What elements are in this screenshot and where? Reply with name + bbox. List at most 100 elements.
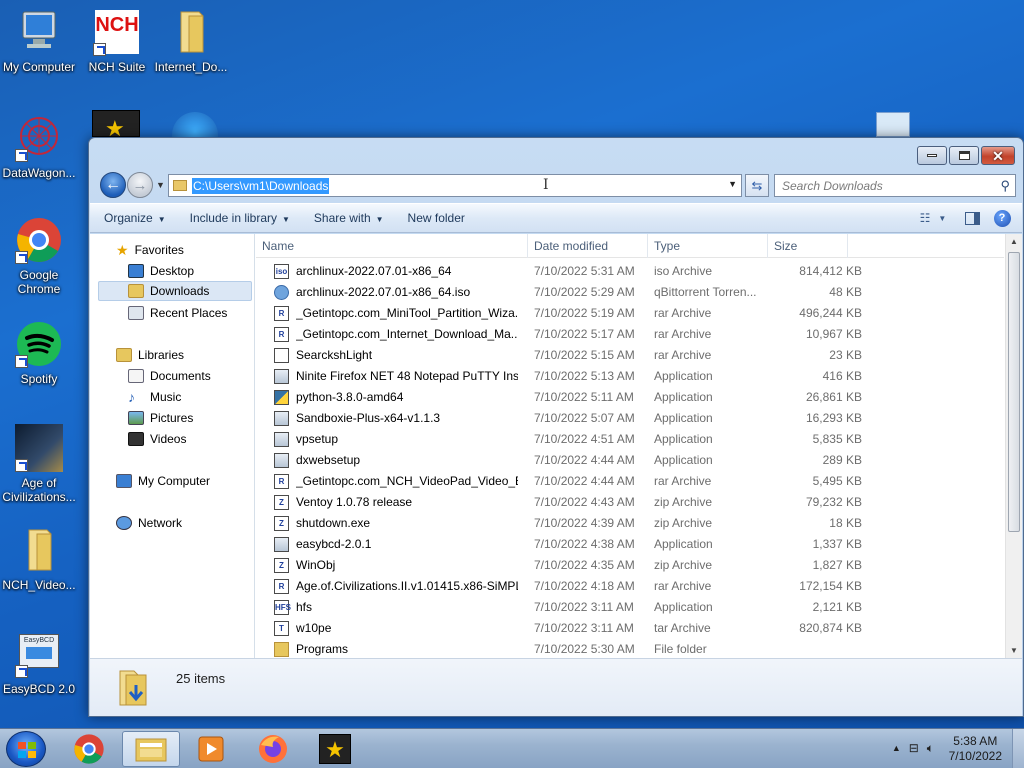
file-size: 1,827 KB <box>812 558 862 572</box>
file-row[interactable]: Ninite Firefox NET 48 Notepad PuTTY Ins.… <box>256 366 1004 387</box>
file-size: 5,835 KB <box>812 432 862 446</box>
file-row[interactable]: Tw10pe 7/10/2022 3:11 AM tar Archive 820,87… <box>256 618 1004 639</box>
file-row[interactable]: archlinux-2022.07.01-x86_64.iso 7/10/2022… <box>256 282 1004 303</box>
organize-button[interactable]: Organize ▼ <box>92 211 178 225</box>
desktop-icon-partial[interactable]: ★ <box>92 110 140 140</box>
column-header-date-modified[interactable]: Date modified <box>528 234 648 258</box>
nav-recent-places[interactable]: Recent Places <box>128 303 227 323</box>
refresh-button[interactable]: ⇆ <box>745 174 769 197</box>
file-size: 496,244 KB <box>799 306 862 320</box>
nav-favorites[interactable]: ★ Favorites <box>116 240 184 260</box>
desktop-icon-partial[interactable] <box>876 112 910 137</box>
file-row[interactable]: python-3.8.0-amd64 7/10/2022 5:11 AM Appli… <box>256 387 1004 408</box>
volume-icon[interactable]: 🔈︎ <box>927 741 934 756</box>
desktop-icon-google-chrome[interactable]: Google Chrome <box>0 216 78 296</box>
nav-documents[interactable]: Documents <box>128 366 211 386</box>
taskbar-explorer[interactable] <box>122 731 180 767</box>
sandboxie-icon <box>274 411 289 426</box>
recent-places-icon <box>128 306 144 320</box>
file-row[interactable]: Programs 7/10/2022 5:30 AM File folder <box>256 639 1004 658</box>
scrollbar-thumb[interactable] <box>1008 252 1020 532</box>
nav-pictures[interactable]: Pictures <box>128 408 193 428</box>
nav-music[interactable]: ♪ Music <box>128 387 181 407</box>
desktop-icon-easybcd[interactable]: EasyBCD EasyBCD 2.0 <box>0 630 78 696</box>
nav-videos[interactable]: Videos <box>128 429 186 449</box>
maximize-button[interactable] <box>949 146 979 165</box>
file-row[interactable]: R _Getintopc.com_NCH_VideoPad_Video_E... 7… <box>256 471 1004 492</box>
arrow-left-icon: ← <box>105 176 121 193</box>
scroll-up-icon[interactable]: ▲ <box>1010 237 1018 246</box>
column-header-type[interactable]: Type <box>648 234 768 258</box>
start-button[interactable] <box>6 731 46 767</box>
file-size: 416 KB <box>822 369 862 383</box>
setup-icon <box>274 432 289 447</box>
desktop-icon-internet-download[interactable]: Internet_Do... <box>152 8 230 74</box>
help-button[interactable]: ? <box>992 208 1012 228</box>
address-bar[interactable]: C:\Users\vm1\Downloads I ▼ <box>168 174 742 197</box>
taskbar-chrome[interactable] <box>60 731 118 767</box>
search-placeholder: Search Downloads <box>782 178 883 193</box>
clock[interactable]: 5:38 AM 7/10/2022 <box>949 734 1002 764</box>
recent-pages-dropdown[interactable]: ▼ <box>156 180 165 190</box>
preview-pane-button[interactable] <box>962 208 982 228</box>
file-row[interactable]: Z Ventoy 1.0.78 release 7/10/2022 4:43 AM z… <box>256 492 1004 513</box>
include-in-library-button[interactable]: Include in library ▼ <box>178 211 302 225</box>
file-type: File folder <box>654 642 707 656</box>
nav-libraries[interactable]: Libraries <box>116 345 184 365</box>
vertical-scrollbar[interactable]: ▲ ▼ <box>1005 234 1022 658</box>
file-date-modified: 7/10/2022 5:29 AM <box>534 285 635 299</box>
search-icon[interactable]: ⚲ <box>1000 178 1010 194</box>
desktop-icon-spotify[interactable]: Spotify <box>0 320 78 386</box>
close-button[interactable]: ✕ <box>981 146 1015 165</box>
file-row[interactable]: Zshutdown.exe 7/10/2022 4:39 AM zip Archiv… <box>256 513 1004 534</box>
address-path[interactable]: C:\Users\vm1\Downloads <box>192 177 330 194</box>
nav-desktop[interactable]: Desktop <box>128 261 194 281</box>
desktop-icon-my-computer[interactable]: My Computer <box>0 8 78 74</box>
file-row[interactable]: Sandboxie-Plus-x64-v1.1.3 7/10/2022 5:07 … <box>256 408 1004 429</box>
share-with-button[interactable]: Share with ▼ <box>302 211 396 225</box>
file-row[interactable]: HFS hfs 7/10/2022 3:11 AM Application 2,121 … <box>256 597 1004 618</box>
taskbar-videopad[interactable]: ★ <box>306 731 364 767</box>
file-date-modified: 7/10/2022 4:51 AM <box>534 432 635 446</box>
chevron-down-icon: ▼ <box>375 215 384 224</box>
nav-network[interactable]: Network <box>116 513 182 533</box>
file-row[interactable]: vpsetup 7/10/2022 4:51 AM Application 5,835… <box>256 429 1004 450</box>
file-row[interactable]: SearckshLight 7/10/2022 5:15 AM rar Archiv… <box>256 345 1004 366</box>
chevron-down-icon[interactable]: ▼ <box>728 179 737 189</box>
new-folder-button[interactable]: New folder <box>396 211 477 225</box>
scroll-down-icon[interactable]: ▼ <box>1010 646 1018 655</box>
column-header-size[interactable]: Size <box>768 234 848 258</box>
taskbar-media-player[interactable] <box>182 731 240 767</box>
show-desktop-button[interactable] <box>1012 729 1024 768</box>
file-type: Application <box>654 369 713 383</box>
desktop-icon-partial[interactable] <box>172 112 218 137</box>
file-date-modified: 7/10/2022 4:43 AM <box>534 495 635 509</box>
taskbar-firefox[interactable] <box>244 731 302 767</box>
file-row[interactable]: R _Getintopc.com_MiniTool_Partition_Wiza.… <box>256 303 1004 324</box>
file-row[interactable]: R Age.of.Civilizations.II.v1.01415.x86-Si… <box>256 576 1004 597</box>
file-row[interactable]: dxwebsetup 7/10/2022 4:44 AM Application 28… <box>256 450 1004 471</box>
column-header-name[interactable]: Name <box>256 234 528 258</box>
view-options-button[interactable]: ☷ ▼ <box>914 208 952 228</box>
desktop-icon-datawagon[interactable]: DataWagon... <box>0 114 78 180</box>
desktop-icon-label: My Computer <box>2 60 76 74</box>
file-row[interactable]: R _Getintopc.com_Internet_Download_Ma... 7… <box>256 324 1004 345</box>
explorer-icon <box>135 738 167 762</box>
desktop-icon-label: NCH Suite <box>88 60 146 74</box>
file-row[interactable]: Z WinObj 7/10/2022 4:35 AM zip Archive 1,827… <box>256 555 1004 576</box>
minimize-button[interactable] <box>917 146 947 165</box>
file-size: 2,121 KB <box>812 600 862 614</box>
nav-downloads[interactable]: Downloads <box>98 281 252 301</box>
show-hidden-icons-icon[interactable]: ▲ <box>892 743 901 756</box>
file-row[interactable]: iso archlinux-2022.07.01-x86_64 7/10/2022 … <box>256 261 1004 282</box>
file-row[interactable]: easybcd-2.0.1 7/10/2022 4:38 AM Applicatio… <box>256 534 1004 555</box>
nav-my-computer[interactable]: My Computer <box>116 471 210 491</box>
network-tray-icon[interactable]: ⊟ <box>909 741 919 756</box>
desktop-icon-age-of-civilizations[interactable]: Age of Civilizations... <box>0 424 78 504</box>
nch-logo-icon: NCH <box>93 8 141 56</box>
search-input[interactable]: Search Downloads ⚲ <box>774 174 1016 197</box>
desktop-icon-nch-suite[interactable]: NCH NCH Suite <box>78 8 156 74</box>
desktop-icon-nch-video[interactable]: NCH_Video... <box>0 526 78 592</box>
back-button[interactable]: ← <box>100 172 126 198</box>
forward-button[interactable]: → <box>127 172 153 198</box>
